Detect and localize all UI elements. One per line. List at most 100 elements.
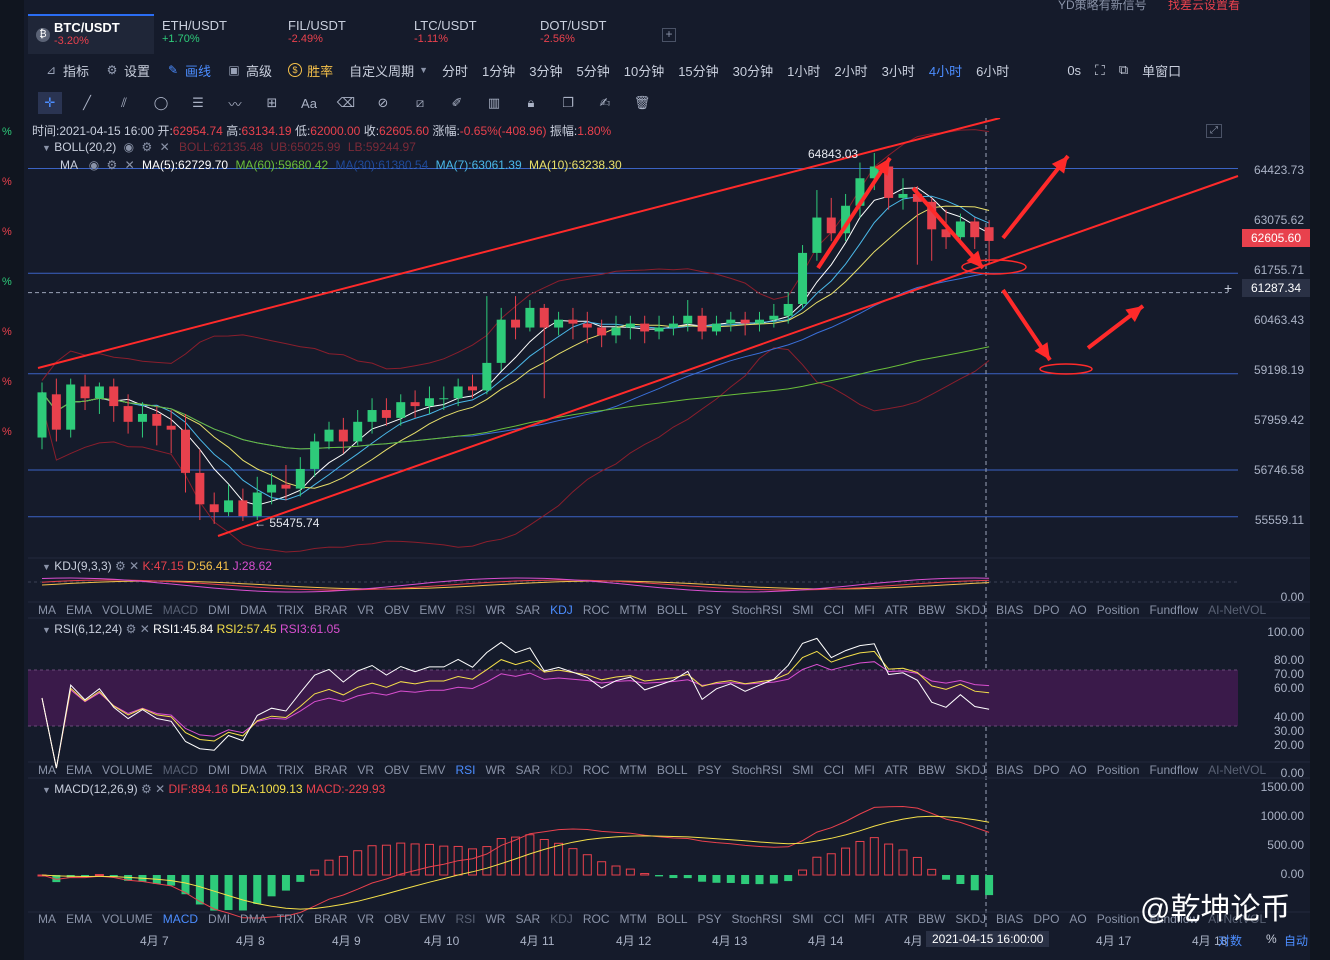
chevron-down-icon[interactable]: ▼: [42, 562, 51, 572]
indicator-tab[interactable]: StochRSI: [732, 603, 783, 617]
chevron-down-icon[interactable]: ▼: [42, 785, 51, 795]
draw-button[interactable]: ✎ 画线: [166, 61, 211, 80]
indicator-tab[interactable]: PSY: [698, 763, 722, 777]
indicator-tab[interactable]: TRIX: [277, 763, 304, 777]
add-alert-icon[interactable]: +: [1224, 280, 1232, 296]
close-icon[interactable]: ✕: [140, 622, 150, 636]
indicator-tab[interactable]: ATR: [885, 763, 908, 777]
indicator-tab[interactable]: SMI: [792, 912, 813, 926]
indicator-tab[interactable]: MTM: [619, 763, 646, 777]
indicator-tab[interactable]: PSY: [698, 603, 722, 617]
indicator-tab[interactable]: BBW: [918, 912, 945, 926]
indicator-tab[interactable]: SMI: [792, 763, 813, 777]
indicator-tab[interactable]: CCI: [824, 603, 845, 617]
indicator-tab[interactable]: BIAS: [996, 763, 1023, 777]
indicator-tab[interactable]: TRIX: [277, 603, 304, 617]
eye-icon[interactable]: ◉: [89, 158, 99, 172]
indicator-tab[interactable]: BOLL: [657, 603, 688, 617]
indicator-tab[interactable]: VR: [357, 912, 374, 926]
indicator-tab[interactable]: EMA: [66, 603, 92, 617]
indicator-tab[interactable]: MACD: [163, 912, 198, 926]
indicator-tab[interactable]: BBW: [918, 763, 945, 777]
period-option[interactable]: 3小时: [882, 61, 915, 80]
wave-icon[interactable]: 〰: [223, 92, 247, 114]
edit-icon[interactable]: ✍: [593, 92, 617, 114]
period-option-active[interactable]: 4小时: [929, 61, 962, 80]
crosshair-icon[interactable]: ✛: [38, 92, 62, 114]
bars-icon[interactable]: ▥: [482, 92, 506, 114]
winrate-button[interactable]: $ 胜率: [288, 61, 333, 80]
ruler-icon[interactable]: ⧄: [408, 92, 432, 114]
indicator-tab[interactable]: StochRSI: [732, 763, 783, 777]
indicator-tab[interactable]: ROC: [583, 603, 610, 617]
indicator-tab[interactable]: OBV: [384, 912, 409, 926]
ray-icon[interactable]: ⫽: [112, 92, 136, 114]
custom-period-dropdown[interactable]: 自定义周期 ▼: [349, 61, 428, 80]
indicator-tab[interactable]: MFI: [854, 912, 875, 926]
period-option[interactable]: 分时: [442, 61, 468, 80]
indicator-tab[interactable]: EMA: [66, 912, 92, 926]
notice-link[interactable]: 找差云设置看: [1168, 0, 1240, 12]
advanced-button[interactable]: ▣ 高级: [227, 61, 272, 80]
copy-icon[interactable]: ❐: [556, 92, 580, 114]
single-window-button[interactable]: 单窗口: [1142, 61, 1181, 80]
indicator-tab[interactable]: MFI: [854, 603, 875, 617]
indicator-tab[interactable]: OBV: [384, 603, 409, 617]
indicator-tab[interactable]: StochRSI: [732, 912, 783, 926]
indicator-tab[interactable]: TRIX: [277, 912, 304, 926]
indicator-tab[interactable]: Position: [1097, 603, 1140, 617]
close-icon[interactable]: ✕: [155, 782, 165, 796]
settings-button[interactable]: ⚙ 设置: [105, 61, 150, 80]
indicator-tab[interactable]: BIAS: [996, 603, 1023, 617]
indicator-tab[interactable]: EMA: [66, 763, 92, 777]
indicator-tab[interactable]: BIAS: [996, 912, 1023, 926]
eye-icon[interactable]: ◉: [124, 140, 134, 154]
gear-icon[interactable]: ⚙: [115, 559, 126, 573]
fullscreen-icon[interactable]: ⛶: [1095, 62, 1105, 79]
period-option[interactable]: 30分钟: [733, 61, 773, 80]
indicator-tab[interactable]: BRAR: [314, 603, 347, 617]
indicator-tab[interactable]: SKDJ: [955, 603, 986, 617]
indicator-tab[interactable]: WR: [485, 763, 505, 777]
chevron-down-icon[interactable]: ▼: [42, 143, 51, 153]
rect-icon[interactable]: ⊞: [260, 92, 284, 114]
indicator-tab[interactable]: VOLUME: [102, 912, 153, 926]
indicator-tab[interactable]: KDJ: [550, 763, 573, 777]
indicator-tab[interactable]: OBV: [384, 763, 409, 777]
indicator-tab[interactable]: SAR: [515, 763, 540, 777]
indicator-tab[interactable]: PSY: [698, 912, 722, 926]
period-option[interactable]: 10分钟: [624, 61, 664, 80]
indicator-tab[interactable]: CCI: [824, 763, 845, 777]
rsi-legend[interactable]: ▼ RSI(6,12,24) ⚙ ✕ RSI1:45.84 RSI2:57.45…: [42, 622, 340, 636]
indicator-tab[interactable]: VR: [357, 603, 374, 617]
period-option[interactable]: 5分钟: [577, 61, 610, 80]
period-option[interactable]: 1分钟: [482, 61, 515, 80]
tab-fil-usdt[interactable]: FIL/USDT -2.49%: [280, 14, 406, 54]
circle-icon[interactable]: ◯: [149, 92, 173, 114]
macd-legend[interactable]: ▼ MACD(12,26,9) ⚙ ✕ DIF:894.16 DEA:1009.…: [42, 782, 385, 796]
indicator-tab[interactable]: DMI: [208, 603, 230, 617]
indicator-tab[interactable]: DMI: [208, 763, 230, 777]
indicator-tab[interactable]: Position: [1097, 763, 1140, 777]
indicator-tab[interactable]: EMV: [419, 912, 445, 926]
indicator-tab[interactable]: ROC: [583, 912, 610, 926]
indicator-tab[interactable]: SKDJ: [955, 763, 986, 777]
period-option[interactable]: 3分钟: [529, 61, 562, 80]
indicator-tab[interactable]: MACD: [163, 603, 198, 617]
indicator-tab[interactable]: MFI: [854, 763, 875, 777]
magnet-icon[interactable]: ⊘: [371, 92, 395, 114]
indicator-tab[interactable]: AO: [1069, 603, 1086, 617]
indicator-tab[interactable]: SAR: [515, 603, 540, 617]
line-icon[interactable]: ╱: [75, 92, 99, 114]
indicator-tab[interactable]: EMV: [419, 763, 445, 777]
indicator-tab[interactable]: ROC: [583, 763, 610, 777]
tab-eth-usdt[interactable]: ETH/USDT +1.70%: [154, 14, 280, 54]
add-tab-button[interactable]: +: [662, 28, 676, 42]
close-icon[interactable]: ✕: [129, 559, 139, 573]
indicator-tab[interactable]: DMA: [240, 603, 267, 617]
indicator-tab[interactable]: BOLL: [657, 912, 688, 926]
indicator-tab[interactable]: RSI: [455, 763, 475, 777]
indicator-tab[interactable]: DMA: [240, 912, 267, 926]
indicator-tab[interactable]: BOLL: [657, 763, 688, 777]
gear-icon[interactable]: ⚙: [126, 622, 137, 636]
